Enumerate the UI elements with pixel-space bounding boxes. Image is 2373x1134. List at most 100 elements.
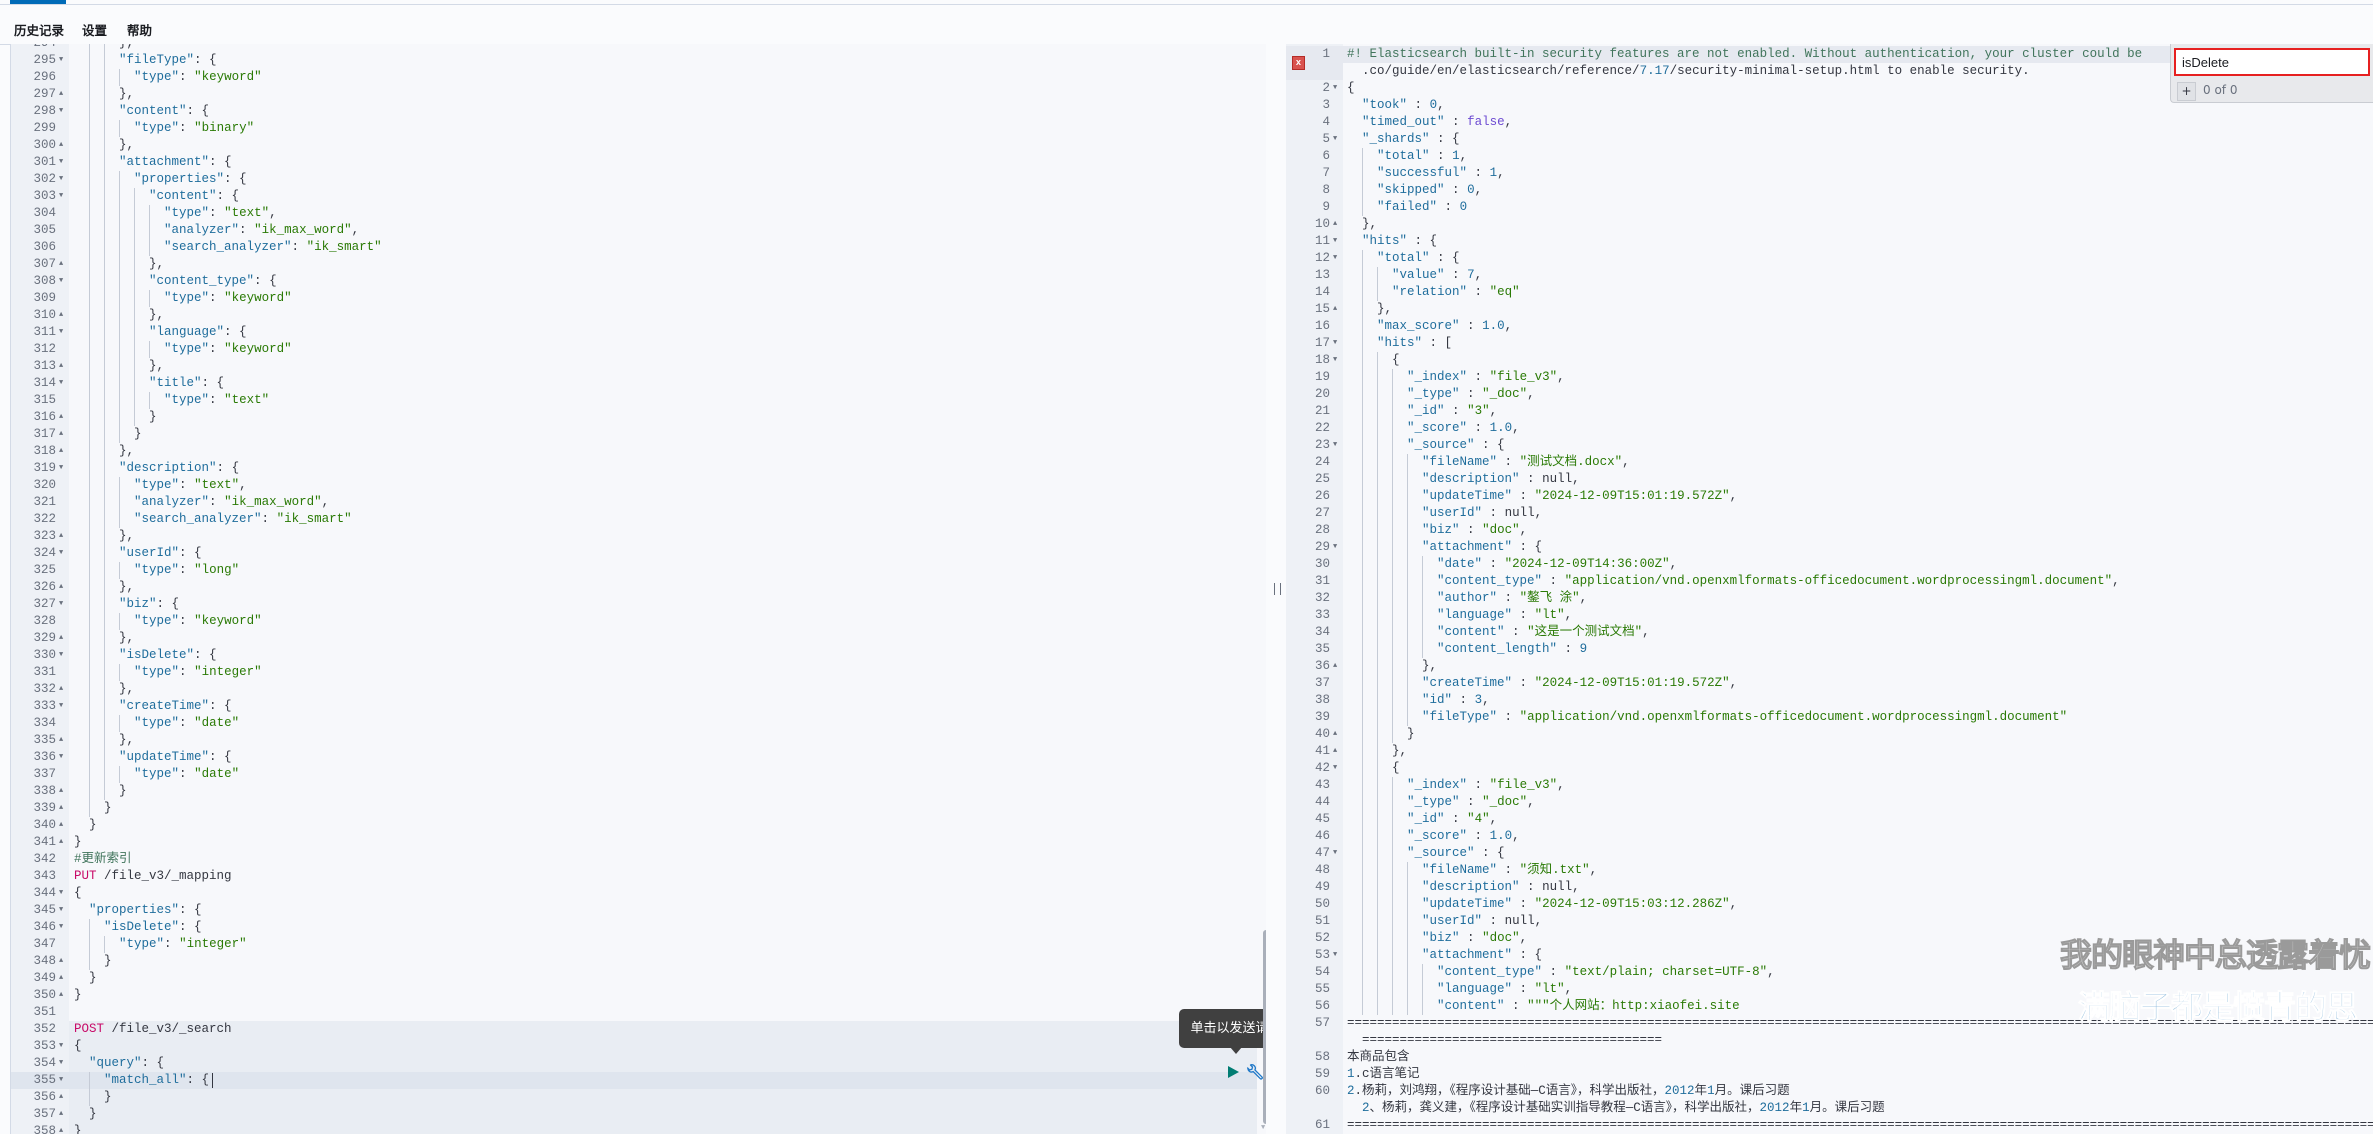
fold-close-icon[interactable]: ▲ <box>59 834 63 851</box>
fold-close-icon[interactable]: ▲ <box>59 426 63 443</box>
fold-open-icon[interactable]: ▼ <box>1333 233 1337 250</box>
fold-close-icon[interactable]: ▲ <box>1333 658 1337 675</box>
fold-open-icon[interactable]: ▼ <box>59 188 63 205</box>
code-token: }, <box>74 580 135 595</box>
fold-close-icon[interactable]: ▲ <box>59 987 63 1004</box>
fold-close-icon[interactable]: ▲ <box>59 953 63 970</box>
fold-open-icon[interactable]: ▼ <box>59 749 63 766</box>
menu-help[interactable]: 帮助 <box>127 20 152 39</box>
code-token: 月。课后习题 <box>1714 1083 1790 1098</box>
fold-open-icon[interactable]: ▼ <box>59 324 63 341</box>
fold-open-icon[interactable]: ▼ <box>1333 437 1337 454</box>
code-line: ======================================== <box>1286 1032 2373 1049</box>
fold-open-icon[interactable]: ▼ <box>59 103 63 120</box>
fold-open-icon[interactable]: ▼ <box>1333 539 1337 556</box>
fold-close-icon[interactable]: ▲ <box>59 732 63 749</box>
line-number: 334 <box>33 716 56 731</box>
code-token: : <box>1444 403 1460 418</box>
null-value: null <box>1542 879 1573 894</box>
fold-close-icon[interactable]: ▲ <box>59 256 63 273</box>
fold-open-icon[interactable]: ▼ <box>59 1038 63 1055</box>
fold-open-icon[interactable]: ▼ <box>1333 335 1337 352</box>
line-number: 12 <box>1314 250 1330 265</box>
fold-open-icon[interactable]: ▼ <box>59 375 63 392</box>
code-text: ========================================… <box>1347 1117 2373 1134</box>
fold-close-icon[interactable]: ▲ <box>59 409 63 426</box>
fold-close-icon[interactable]: ▲ <box>59 1123 63 1134</box>
fold-close-icon[interactable]: ▲ <box>59 817 63 834</box>
search-input[interactable] <box>2174 48 2370 76</box>
fold-open-icon[interactable]: ▼ <box>1333 352 1337 369</box>
code-line: 45 "_id" : "4", <box>1286 810 2373 828</box>
fold-open-icon[interactable]: ▼ <box>1333 131 1337 148</box>
null-value: null <box>1504 913 1535 928</box>
code-token: : <box>1429 131 1445 146</box>
code-text: "content": { <box>74 188 239 205</box>
fold-open-icon[interactable]: ▼ <box>59 885 63 902</box>
fold-open-icon[interactable]: ▼ <box>59 919 63 936</box>
fold-open-icon[interactable]: ▼ <box>59 902 63 919</box>
fold-close-icon[interactable]: ▲ <box>1333 301 1337 318</box>
menu-settings[interactable]: 设置 <box>82 20 107 39</box>
fold-open-icon[interactable]: ▼ <box>59 545 63 562</box>
fold-open-icon[interactable]: ▼ <box>59 52 63 69</box>
fold-open-icon[interactable]: ▼ <box>59 171 63 188</box>
fold-close-icon[interactable]: ▲ <box>1333 216 1337 233</box>
menu-history[interactable]: 历史记录 <box>14 20 64 39</box>
fold-close-icon[interactable]: ▲ <box>59 630 63 647</box>
fold-open-icon[interactable]: ▼ <box>59 647 63 664</box>
code-text: #更新索引 <box>74 851 132 868</box>
fold-open-icon[interactable]: ▼ <box>59 1055 63 1072</box>
line-number: 299 <box>33 121 56 136</box>
fold-close-icon[interactable]: ▲ <box>59 783 63 800</box>
code-token: 月。课后习题 <box>1809 1100 1885 1115</box>
fold-close-icon[interactable]: ▲ <box>59 86 63 103</box>
fold-open-icon[interactable]: ▼ <box>59 273 63 290</box>
fold-close-icon[interactable]: ▲ <box>59 358 63 375</box>
code-line: 37 "createTime" : "2024-12-09T15:01:19.5… <box>1286 674 2373 692</box>
fold-open-icon[interactable]: ▼ <box>1333 760 1337 777</box>
fold-close-icon[interactable]: ▲ <box>1333 726 1337 743</box>
fold-open-icon[interactable]: ▼ <box>1333 845 1337 862</box>
code-token: : <box>194 648 202 663</box>
send-request-button[interactable] <box>1228 1066 1239 1078</box>
resize-grip-icon[interactable] <box>1274 583 1281 595</box>
scroll-down-icon[interactable]: ▼ <box>1261 1124 1265 1132</box>
request-editor[interactable]: 294 },295▼ "fileType": {296 "type": "key… <box>10 44 1286 1134</box>
fold-close-icon[interactable]: ▲ <box>59 681 63 698</box>
fold-close-icon[interactable]: ▲ <box>59 528 63 545</box>
fold-open-icon[interactable]: ▼ <box>59 154 63 171</box>
fold-close-icon[interactable]: ▲ <box>59 307 63 324</box>
string-value: "_doc" <box>1482 386 1528 401</box>
fold-open-icon[interactable]: ▼ <box>59 596 63 613</box>
code-text: } <box>74 987 82 1004</box>
string-value: "application/vnd.openxmlformats-officedo… <box>1519 709 2068 724</box>
code-line: 36 ▲ }, <box>1286 657 2373 675</box>
fold-close-icon[interactable]: ▲ <box>1333 743 1337 760</box>
fold-open-icon[interactable]: ▼ <box>59 1072 63 1089</box>
fold-close-icon[interactable]: ▲ <box>59 800 63 817</box>
fold-close-icon[interactable]: ▲ <box>59 443 63 460</box>
fold-open-icon[interactable]: ▼ <box>1333 80 1337 97</box>
fold-close-icon[interactable]: ▲ <box>59 1106 63 1123</box>
code-line: 16 "max_score" : 1.0, <box>1286 317 2373 335</box>
fold-open-icon[interactable]: ▼ <box>1333 947 1337 964</box>
line-number: 342 <box>33 852 56 867</box>
fold-close-icon[interactable]: ▲ <box>59 579 63 596</box>
http-method: POST <box>74 1022 105 1037</box>
line-number: 13 <box>1314 267 1330 282</box>
wrench-icon[interactable] <box>1245 1063 1265 1083</box>
search-add-button[interactable]: + <box>2177 82 2196 101</box>
fold-close-icon[interactable]: ▲ <box>59 1089 63 1106</box>
fold-close-icon[interactable]: ▲ <box>59 137 63 154</box>
code-token: : <box>1444 267 1460 282</box>
fold-open-icon[interactable]: ▼ <box>1333 250 1337 267</box>
fold-close-icon[interactable]: ▲ <box>59 970 63 987</box>
fold-open-icon[interactable]: ▼ <box>59 460 63 477</box>
fold-open-icon[interactable]: ▼ <box>59 698 63 715</box>
